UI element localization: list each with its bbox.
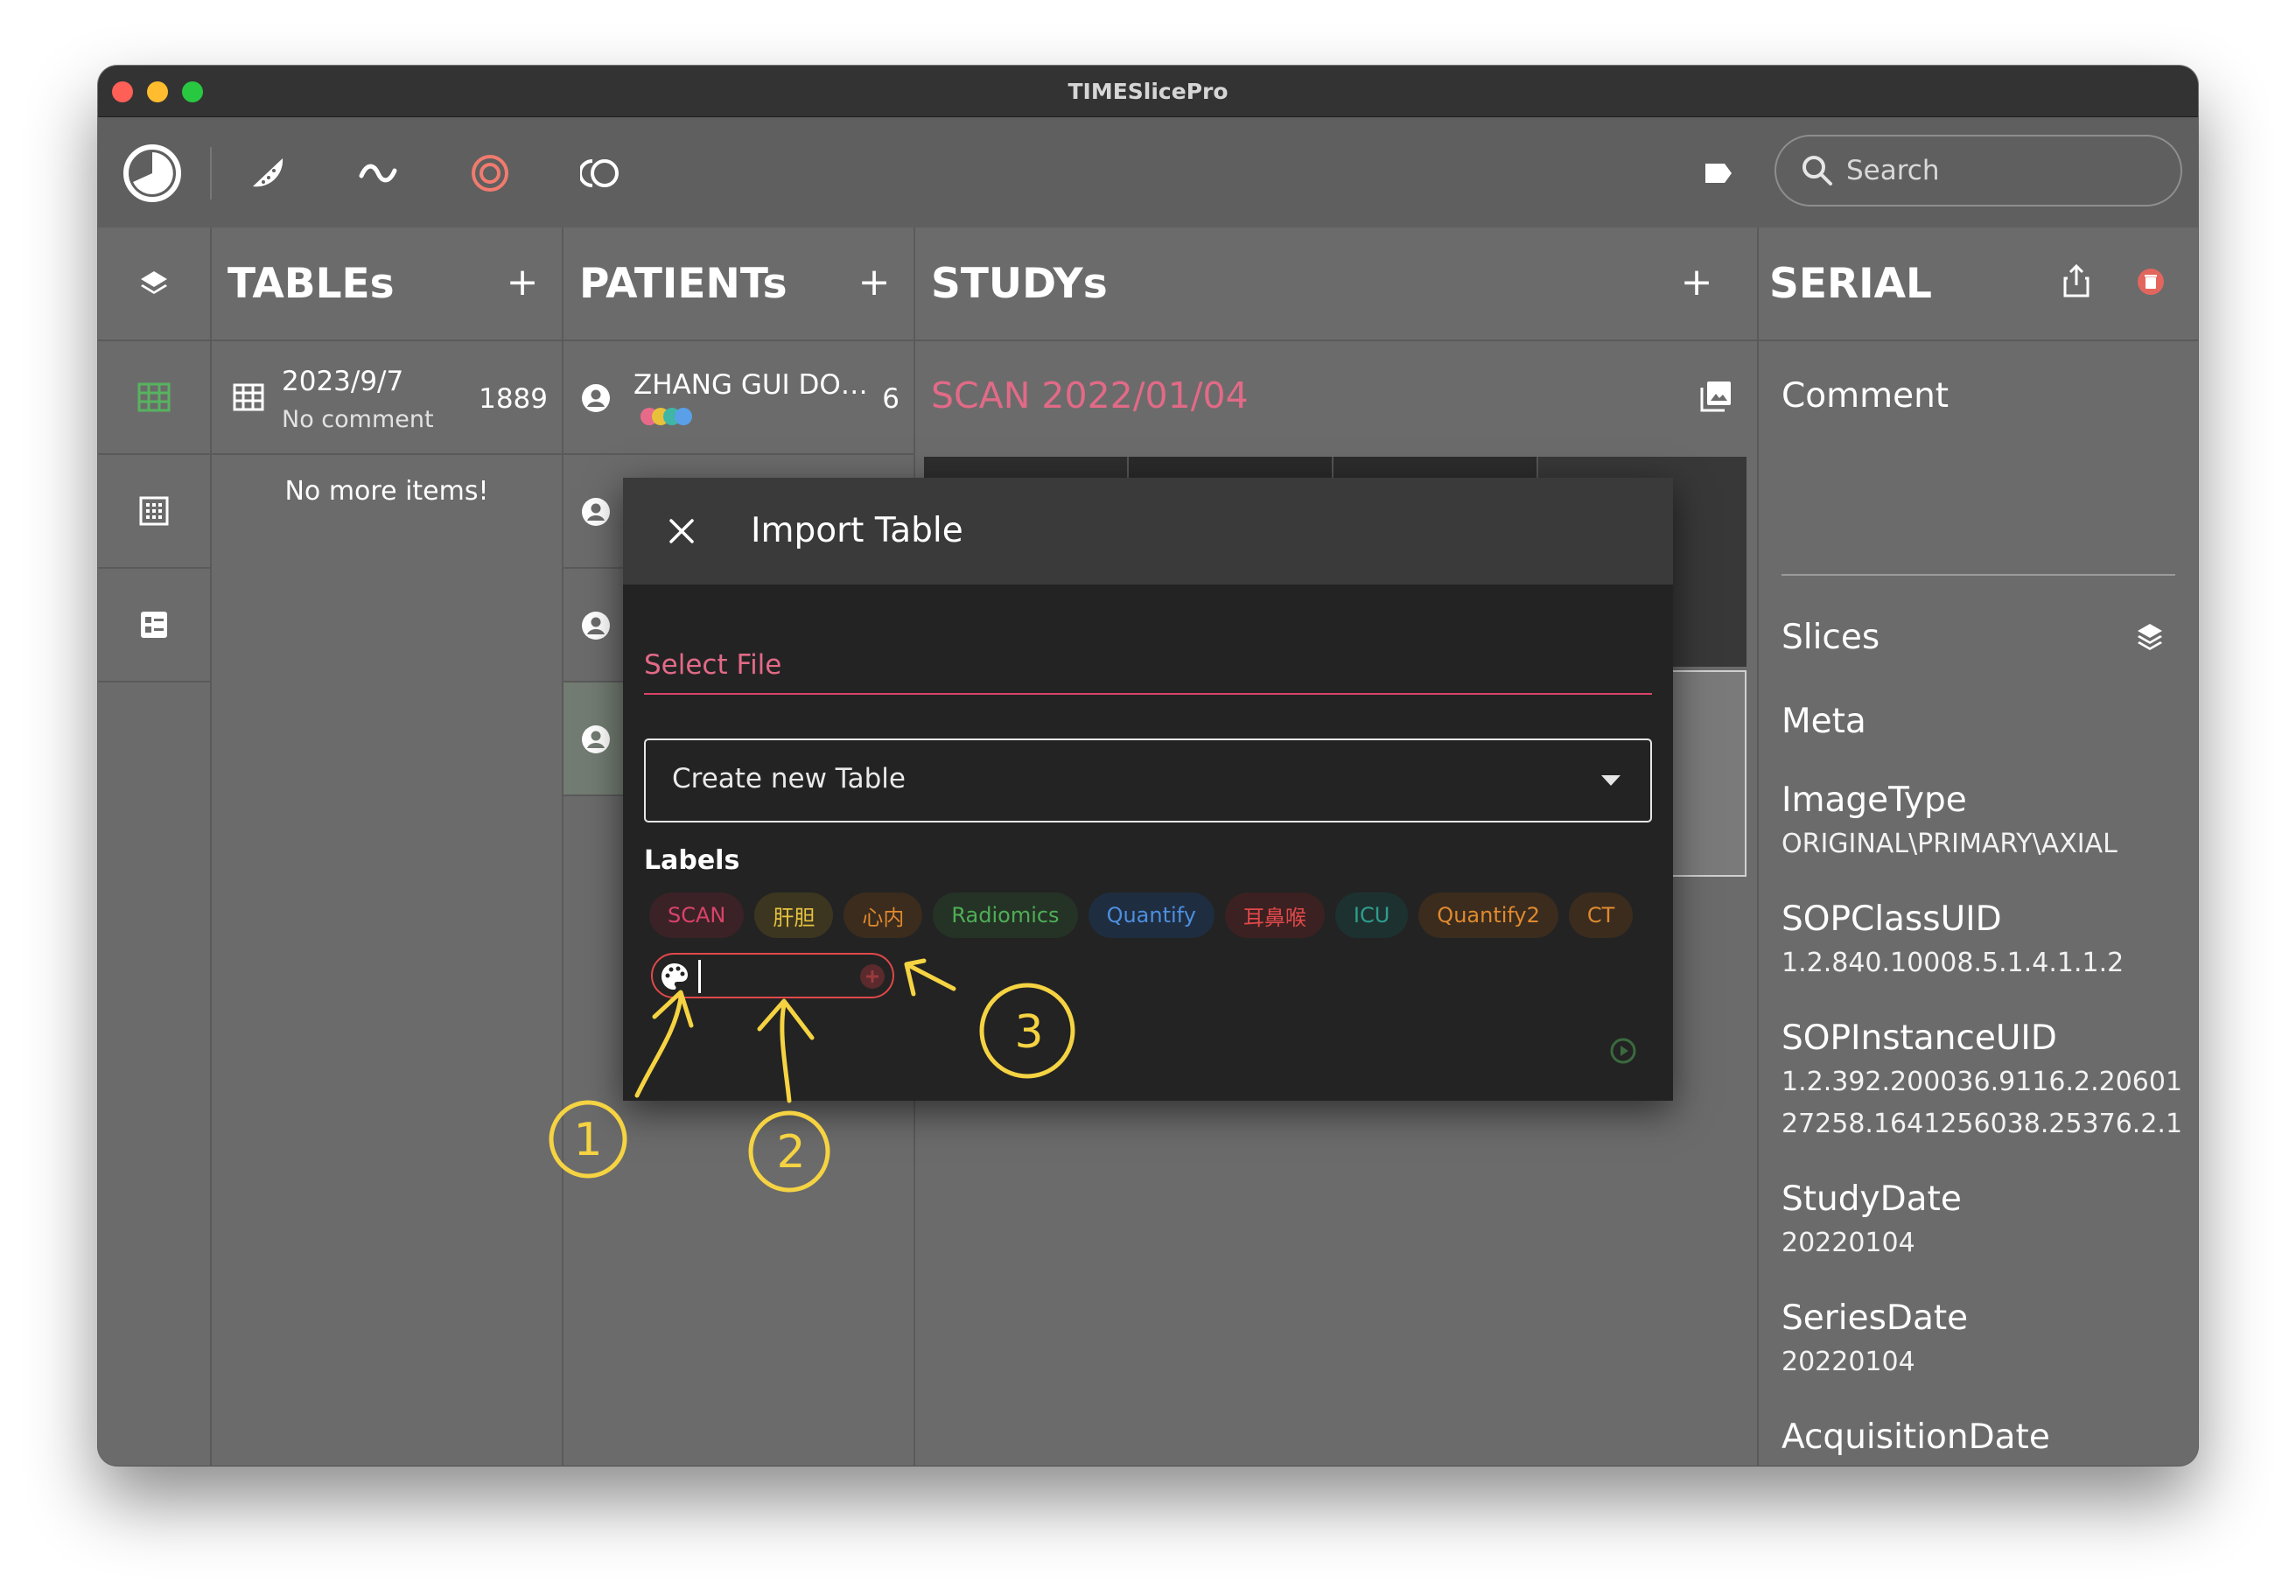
annotation-arrow bbox=[904, 958, 927, 997]
annotation-arrow bbox=[757, 998, 815, 1040]
annotation-arrow bbox=[780, 1002, 792, 1103]
annotation-overlay: 1 2 3 bbox=[549, 958, 1075, 1193]
annotation-number: 2 bbox=[776, 1126, 805, 1179]
annotation-number: 1 bbox=[573, 1114, 602, 1166]
annotation-number: 3 bbox=[1014, 1006, 1043, 1059]
